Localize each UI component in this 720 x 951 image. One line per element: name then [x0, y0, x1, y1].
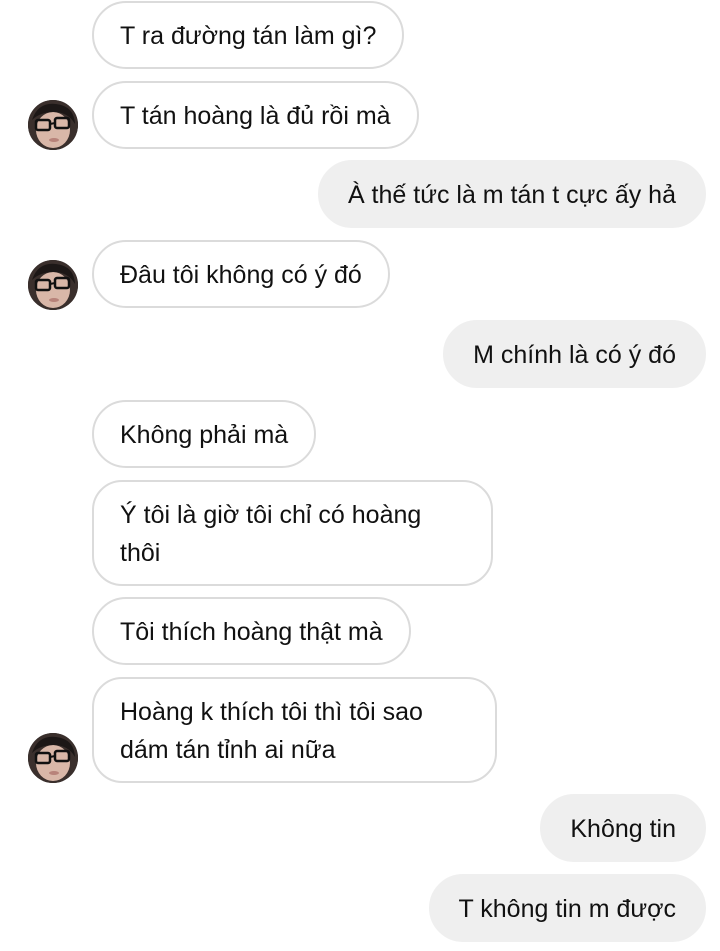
message-text: Tôi thích hoàng thật mà — [120, 618, 383, 646]
message-text: Hoàng k thích tôi thì tôi sao dám tán tỉ… — [120, 698, 423, 764]
message-text: Đâu tôi không có ý đó — [120, 261, 362, 289]
message-bubble-outgoing[interactable]: M chính là có ý đó — [443, 320, 706, 388]
sender-avatar[interactable] — [28, 100, 78, 150]
message-text: M chính là có ý đó — [473, 341, 676, 369]
message-bubble-incoming[interactable]: Hoàng k thích tôi thì tôi sao dám tán tỉ… — [92, 677, 497, 783]
message-text: Không tin — [570, 815, 676, 843]
message-bubble-incoming[interactable]: T tán hoàng là đủ rồi mà — [92, 81, 419, 149]
message-bubble-outgoing[interactable]: À thế tức là m tán t cực ấy hả — [317, 160, 706, 228]
message-bubble-outgoing[interactable]: Không tin — [540, 794, 706, 862]
message-text: T tán hoàng là đủ rồi mà — [120, 102, 391, 130]
message-text: T ra đường tán làm gì? — [120, 22, 377, 50]
message-bubble-incoming[interactable]: T ra đường tán làm gì? — [92, 1, 405, 69]
sender-avatar[interactable] — [28, 733, 78, 783]
message-text: À thế tức là m tán t cực ấy hả — [347, 181, 676, 209]
message-bubble-incoming[interactable]: Đâu tôi không có ý đó — [92, 240, 390, 308]
avatar-photo-icon — [28, 260, 78, 310]
message-text: Không phải mà — [120, 421, 289, 449]
message-bubble-incoming[interactable]: Tôi thích hoàng thật mà — [92, 597, 411, 665]
avatar-photo-icon — [28, 100, 78, 150]
message-text: Ý tôi là giờ tôi chỉ có hoàng thôi — [120, 501, 422, 567]
avatar-photo-icon — [28, 733, 78, 783]
message-bubble-incoming[interactable]: Ý tôi là giờ tôi chỉ có hoàng thôi — [92, 480, 493, 586]
message-bubble-outgoing[interactable]: T không tin m được — [428, 874, 706, 942]
sender-avatar[interactable] — [28, 260, 78, 310]
message-bubble-incoming[interactable]: Không phải mà — [92, 400, 317, 468]
message-text: T không tin m được — [458, 895, 676, 923]
